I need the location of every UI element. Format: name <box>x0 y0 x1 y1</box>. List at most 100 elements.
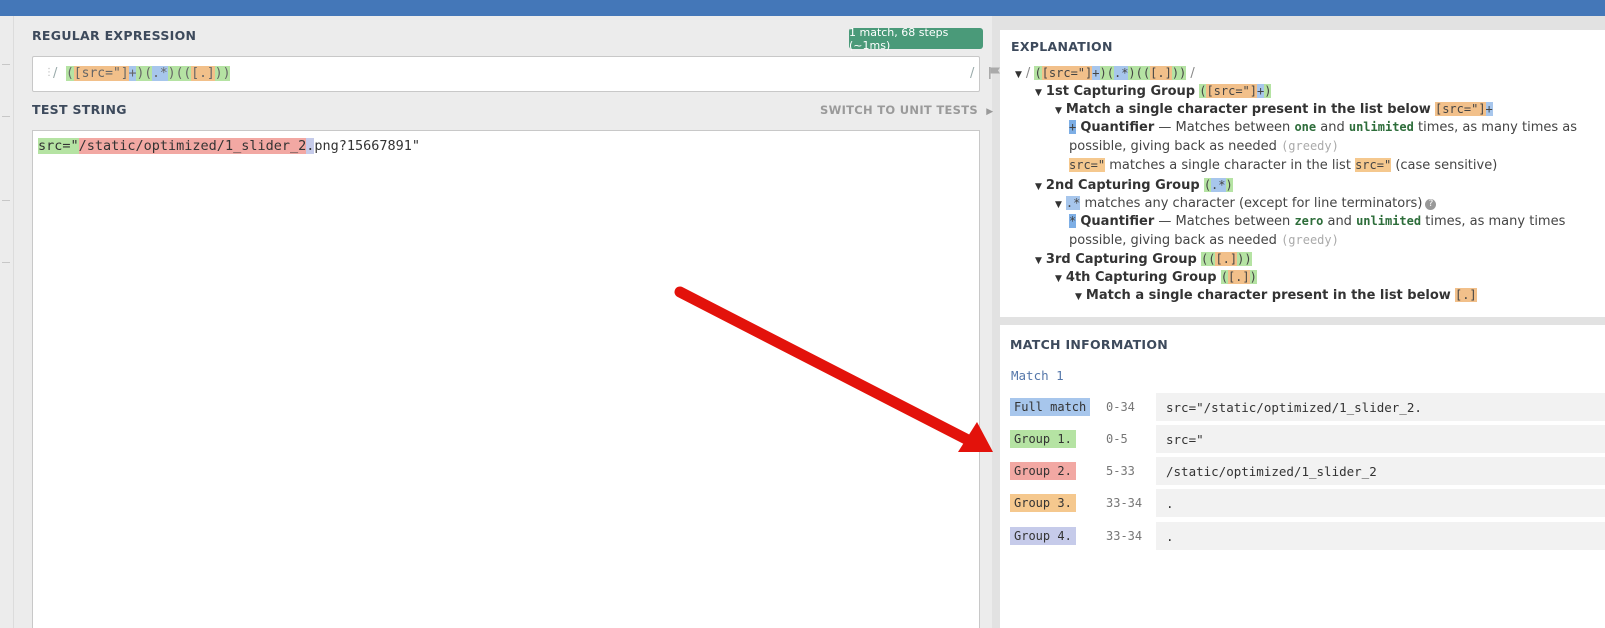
quantifier-label: Quantifier <box>1080 214 1155 229</box>
tree-group2[interactable]: ▼ 2nd Capturing Group (.*) <box>1035 178 1233 193</box>
switch-to-unit-tests-button[interactable]: SWITCH TO UNIT TESTS ▶ <box>820 103 994 117</box>
match-list2-label: Match a single character present in the … <box>1085 288 1451 303</box>
regex-token: ) <box>222 66 231 81</box>
regex-token: ) <box>1225 178 1233 192</box>
quantifier-text: times, as many times <box>1421 214 1566 229</box>
root-close-delimiter: / <box>1190 66 1195 81</box>
match-status-badge: 1 match, 68 steps (~1ms) <box>849 26 983 52</box>
regex-token: [src="] <box>1434 102 1486 116</box>
quantifier-text: times, as many times as <box>1413 120 1578 135</box>
tree-match-list2[interactable]: ▼ Match a single character present in the… <box>1075 288 1477 303</box>
group-3-tag: Group 3. <box>1010 494 1076 512</box>
regex-pattern[interactable]: ([src="]+)(.*)(([.])) <box>66 66 231 81</box>
match-value[interactable]: src=" <box>1156 425 1605 453</box>
greedy-label: (greedy) <box>1281 233 1339 247</box>
greedy-label: (greedy) <box>1281 139 1339 153</box>
group1-label: 1st Capturing Group <box>1045 84 1196 99</box>
regex-token: ( <box>1220 270 1228 284</box>
regex-input[interactable]: ⋮ / ([src="]+)(.*)(([.])) / <box>32 56 1000 92</box>
switch-label: SWITCH TO UNIT TESTS <box>820 103 978 117</box>
collapse-triangle-icon[interactable]: ▼ <box>1075 292 1082 302</box>
root-open-delimiter: / <box>1025 66 1031 81</box>
regex-close-delimiter: / <box>970 66 975 81</box>
regex-token: ) <box>214 66 223 81</box>
regex-token: ) <box>1099 66 1107 80</box>
sidebar-tick <box>2 262 10 263</box>
match-value[interactable]: . <box>1156 489 1605 517</box>
group-1-tag: Group 1. <box>1010 430 1076 448</box>
chars-case: (case sensitive) <box>1391 158 1498 173</box>
tree-root[interactable]: ▼ / ([src="]+)(.*)(([.])) / <box>1015 66 1195 81</box>
quantifier-label: Quantifier <box>1080 120 1155 135</box>
test-string-input[interactable]: src="/static/optimized/1_slider_2.png?15… <box>32 130 980 628</box>
regex-token: [.] <box>1227 270 1250 284</box>
sidebar-tick <box>2 64 10 65</box>
collapse-triangle-icon[interactable]: ▼ <box>1055 200 1062 210</box>
chars-code: src=" <box>1069 158 1106 172</box>
match-range: 33-34 <box>1106 496 1143 510</box>
regex-token: ) <box>1128 66 1136 80</box>
collapse-triangle-icon[interactable]: ▼ <box>1055 274 1062 284</box>
regex-token: ( <box>1106 66 1114 80</box>
regex-token: [src="] <box>73 66 129 81</box>
group4-label: 4th Capturing Group <box>1065 270 1217 285</box>
regex-token: ( <box>1135 66 1143 80</box>
tree-quantifier-plus-line2: possible, giving back as needed (greedy) <box>1069 139 1339 154</box>
test-string-title: TEST STRING <box>32 102 127 117</box>
top-bar <box>0 0 1605 16</box>
regex-token: ) <box>167 66 176 81</box>
match-range: 5-33 <box>1106 464 1135 478</box>
collapse-triangle-icon[interactable]: ▼ <box>1035 256 1042 266</box>
collapse-triangle-icon[interactable]: ▼ <box>1035 88 1042 98</box>
regex-token: .* <box>152 66 168 81</box>
quantifier-symbol: * <box>1069 214 1077 228</box>
tree-quantifier-plus: + Quantifier — Matches between one and u… <box>1069 120 1577 135</box>
group-4-tag: Group 4. <box>1010 527 1076 545</box>
test-string-text: src="/static/optimized/1_slider_2.png?15… <box>38 138 420 154</box>
match-value[interactable]: . <box>1156 522 1605 550</box>
help-icon[interactable]: ? <box>1425 199 1437 210</box>
match-group2-text: /static/optimized/1_slider_2 <box>78 138 307 154</box>
regex-token: ) <box>1264 84 1272 98</box>
regex-token: ( <box>1034 66 1042 80</box>
regex-open-delimiter: / <box>53 66 58 81</box>
collapse-triangle-icon[interactable]: ▼ <box>1055 106 1062 116</box>
quantifier-keyword: unlimited <box>1356 214 1422 228</box>
tree-group4[interactable]: ▼ 4th Capturing Group ([.]) <box>1055 270 1257 285</box>
regex-token: .* <box>1113 66 1129 80</box>
regex-token: ) <box>1244 252 1252 266</box>
tree-match-list[interactable]: ▼ Match a single character present in the… <box>1055 102 1493 117</box>
chars-code: src=" <box>1355 158 1392 172</box>
collapse-triangle-icon[interactable]: ▼ <box>1035 182 1042 192</box>
collapse-triangle-icon[interactable]: ▼ <box>1015 70 1022 80</box>
root-pattern: ([src="]+)(.*)(([.])) <box>1034 66 1187 80</box>
explanation-title: EXPLANATION <box>1011 39 1113 54</box>
regex-token: + <box>1092 66 1100 80</box>
regex-token: ( <box>66 66 74 81</box>
regex-token: ( <box>144 66 153 81</box>
match-range: 33-34 <box>1106 529 1143 543</box>
quantifier-text: possible, giving back as needed <box>1069 139 1282 154</box>
group-2-tag: Group 2. <box>1010 462 1076 480</box>
sidebar-tick <box>2 200 10 201</box>
regex-token: [.] <box>1454 288 1477 302</box>
regex-section-title: REGULAR EXPRESSION <box>32 28 197 43</box>
match-value[interactable]: src="/static/optimized/1_slider_2. <box>1156 393 1605 421</box>
regex-token: .* <box>1211 178 1226 192</box>
match-group1-text: src=" <box>38 138 79 154</box>
quantifier-text: — Matches between <box>1154 214 1295 229</box>
tree-group1[interactable]: ▼ 1st Capturing Group ([src="]+) <box>1035 84 1272 99</box>
tree-chars: src=" matches a single character in the … <box>1069 158 1497 173</box>
unmatched-text: png?15667891" <box>314 138 421 154</box>
regex-token: [src="] <box>1041 66 1093 80</box>
quantifier-text: possible, giving back as needed <box>1069 233 1282 248</box>
match-list-label: Match a single character present in the … <box>1065 102 1431 117</box>
sidebar-tick <box>2 116 10 117</box>
regex-token: [src="] <box>1206 84 1258 98</box>
match-value[interactable]: /static/optimized/1_slider_2 <box>1156 457 1605 485</box>
left-sidebar-strip <box>0 16 14 628</box>
regex-token: ) <box>1179 66 1187 80</box>
regex-token: [.] <box>191 66 215 81</box>
tree-dot[interactable]: ▼ .* matches any character (except for li… <box>1055 196 1437 211</box>
tree-group3[interactable]: ▼ 3rd Capturing Group (([.])) <box>1035 252 1252 267</box>
